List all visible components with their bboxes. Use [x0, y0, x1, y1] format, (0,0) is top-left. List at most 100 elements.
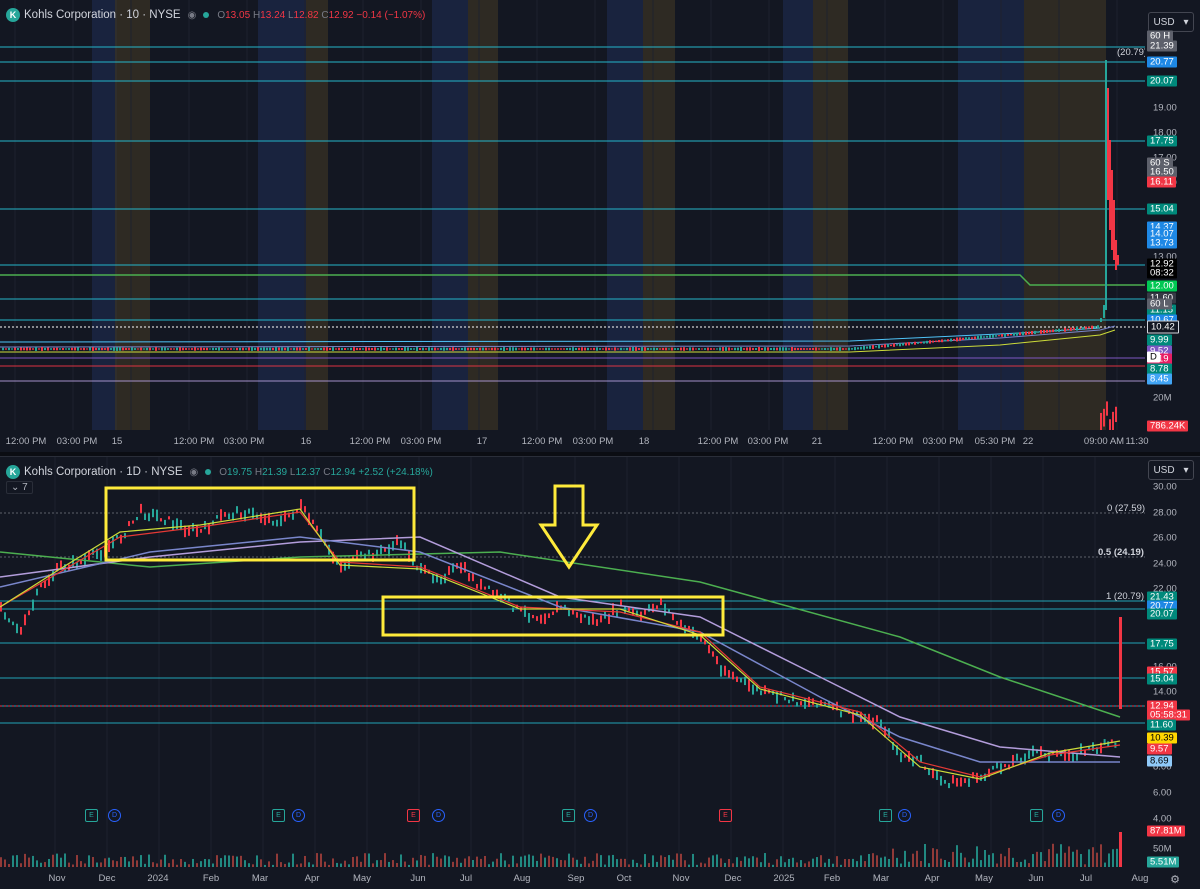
candle [893, 343, 895, 347]
earnings-icon[interactable]: E [85, 809, 98, 822]
dividend-icon[interactable]: D [432, 809, 445, 822]
candle [467, 347, 469, 351]
volume-bar [760, 862, 762, 867]
volume-bar [988, 854, 990, 867]
volume-bar [976, 846, 978, 867]
fib-level-0: 0 (27.59) [1107, 503, 1146, 514]
candle [707, 347, 709, 351]
candle [827, 348, 829, 350]
volume-bar [140, 855, 142, 867]
candle [672, 613, 674, 621]
volume-bar [1052, 843, 1054, 867]
candle [221, 348, 223, 350]
dividend-icon[interactable]: D [108, 809, 121, 822]
daily-price-axis[interactable]: 30.0028.0026.0024.0022.0016.0014.008.006… [1145, 457, 1200, 868]
candle [728, 347, 730, 351]
earnings-icon[interactable]: E [1030, 809, 1043, 822]
candle [176, 347, 178, 351]
volume-bar [536, 860, 538, 867]
candle [500, 347, 502, 351]
volume-bar [548, 855, 550, 867]
daily-chart-pane[interactable]: K Kohls Corporation · 1D · NYSE ◉ O19.75… [0, 456, 1200, 889]
price-tag: 60 L [1147, 298, 1172, 310]
candle [140, 347, 142, 351]
intraday-price-chart[interactable]: (20.79) [0, 0, 1145, 430]
time-tick: May [975, 873, 993, 884]
candle [136, 516, 138, 521]
candle [1072, 752, 1074, 762]
volume-bar [768, 862, 770, 867]
symbol-title[interactable]: Kohls Corporation · 1D · NYSE [24, 466, 183, 478]
daily-time-axis[interactable]: Nov Dec 2024 Feb Mar Apr May Jun Jul Aug Sep Oct Nov… [0, 869, 1149, 889]
candle [956, 337, 958, 342]
candle [995, 335, 997, 337]
volume-bar [32, 855, 34, 867]
volume-bar [468, 856, 470, 867]
candle [521, 347, 523, 351]
eye-icon[interactable]: ◉ [188, 10, 197, 21]
candle [137, 348, 139, 350]
volume-bar [84, 863, 86, 867]
volume-bar [496, 858, 498, 867]
gear-icon[interactable]: ⚙ [1170, 873, 1180, 886]
candle [996, 762, 998, 769]
dividend-icon[interactable]: D [1052, 809, 1065, 822]
symbol-title[interactable]: Kohls Corporation · 10 · NYSE [24, 9, 181, 21]
candle [128, 348, 130, 350]
candle [983, 336, 985, 338]
candle [14, 347, 16, 351]
earnings-icon[interactable]: E [879, 809, 892, 822]
candle [986, 335, 988, 338]
intraday-time-axis[interactable]: 12:00 PM 03:00 PM 15 12:00 PM 03:00 PM 16 12:0… [0, 432, 1149, 452]
indicators-toggle[interactable]: ⌄ 7 [6, 481, 33, 494]
earnings-icon[interactable]: E [562, 809, 575, 822]
candle [989, 335, 991, 338]
candle [263, 347, 265, 351]
candle [548, 613, 550, 618]
volume-bar [864, 861, 866, 867]
volume-bar [476, 856, 478, 867]
candle [203, 347, 205, 351]
candle [281, 347, 283, 351]
volume-bar [592, 860, 594, 867]
candle [1043, 329, 1045, 334]
volume-bar [880, 857, 882, 867]
dividend-icon[interactable]: D [898, 809, 911, 822]
candle [98, 347, 100, 351]
candle [914, 341, 916, 345]
intraday-price-axis[interactable]: 19.0018.0017.0016.0015.0014.0013.0011.00… [1145, 0, 1200, 432]
earnings-icon[interactable]: E [719, 809, 732, 822]
earnings-icon[interactable]: E [272, 809, 285, 822]
candle [676, 621, 678, 625]
candle [476, 348, 478, 350]
candle [512, 607, 514, 612]
candle [674, 348, 676, 350]
candle [371, 347, 373, 351]
volume-bar [528, 854, 530, 867]
candle [540, 614, 542, 624]
volume-bar [1012, 857, 1014, 867]
price-tag: 17.75 [1147, 135, 1177, 147]
earnings-icon[interactable]: E [407, 809, 420, 822]
daily-price-chart[interactable] [0, 457, 1145, 867]
candle [144, 513, 146, 520]
intraday-chart-pane[interactable]: (20.79) K Kohls Corporation · 10 · NYSE … [0, 0, 1200, 452]
volume-bar [1016, 862, 1018, 867]
eye-icon[interactable]: ◉ [190, 467, 199, 478]
candle [560, 348, 562, 350]
candle [650, 348, 652, 350]
dividend-icon[interactable]: D [584, 809, 597, 822]
time-tick: Jun [410, 873, 426, 884]
candle [794, 347, 796, 351]
candle [628, 607, 630, 612]
candle [62, 347, 64, 351]
time-tick: 12:00 PM [872, 436, 914, 447]
volume-bar [836, 856, 838, 867]
candle [425, 348, 427, 350]
candle [725, 347, 727, 351]
ma-line [0, 327, 1101, 343]
dividend-icon[interactable]: D [292, 809, 305, 822]
volume-bar [560, 859, 562, 867]
candle [184, 525, 186, 538]
candle [839, 347, 841, 351]
